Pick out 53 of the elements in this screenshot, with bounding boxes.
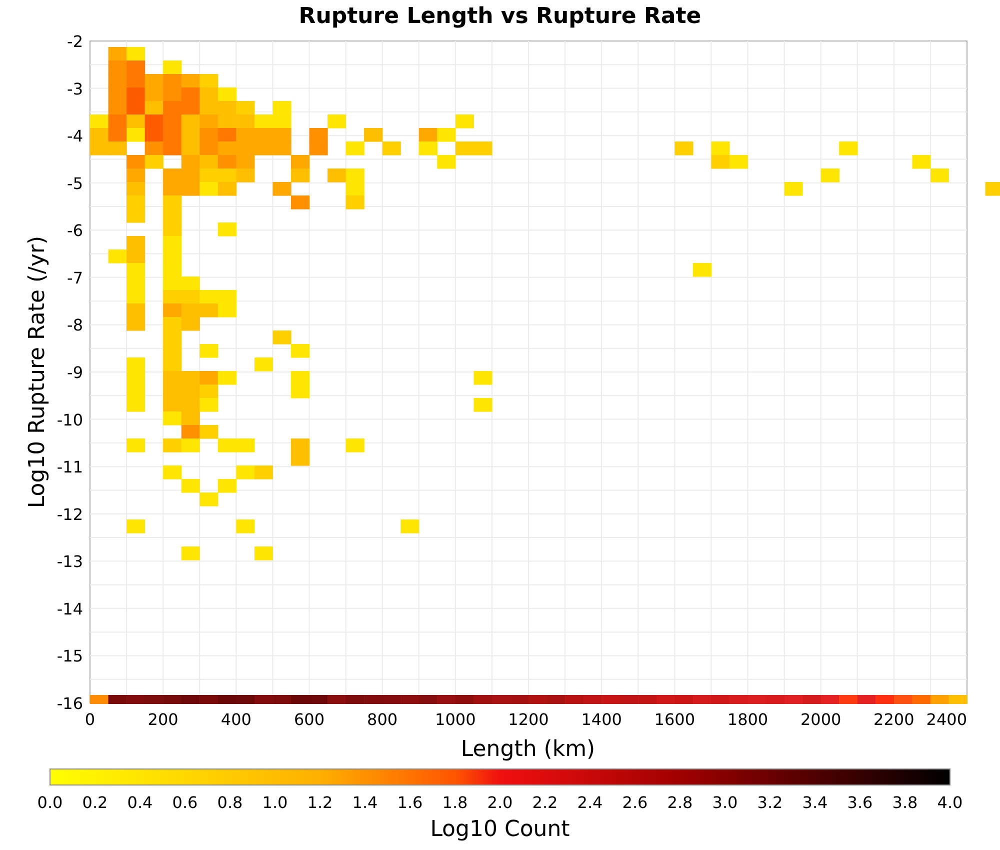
tick-label: 3.6 <box>847 793 873 812</box>
tick-label: -5 <box>67 174 83 193</box>
tick-label: 3.8 <box>892 793 918 812</box>
tick-label: 2.4 <box>577 793 603 812</box>
tick-label: -6 <box>67 221 83 240</box>
tick-label: -4 <box>67 126 83 146</box>
tick-label: 1.4 <box>352 793 378 812</box>
tick-label: 0.4 <box>127 793 153 812</box>
tick-label: 1000 <box>435 710 476 729</box>
tick-label: 2.0 <box>487 793 513 812</box>
tick-label: -14 <box>56 599 83 618</box>
tick-label: -8 <box>67 316 83 335</box>
tick-label: 3.4 <box>802 793 828 812</box>
tick-label: -2 <box>67 32 83 51</box>
axis-label: Length (km) <box>460 737 596 762</box>
tick-label: 1400 <box>581 710 622 729</box>
tick-label: 1.2 <box>307 793 333 812</box>
tick-label: 200 <box>148 710 178 729</box>
tick-label: -9 <box>67 363 83 382</box>
tick-label: 3.2 <box>757 793 783 812</box>
tick-label: -15 <box>56 646 83 666</box>
chart-title: Rupture Length vs Rupture Rate <box>298 4 702 29</box>
tick-label: -11 <box>56 458 83 477</box>
tick-label: 400 <box>220 710 252 729</box>
tick-label: 1.0 <box>262 793 288 812</box>
tick-label: 3.0 <box>712 793 738 812</box>
tick-label: -13 <box>56 552 83 572</box>
tick-label: 0.2 <box>82 793 108 812</box>
tick-label: 4.0 <box>937 793 963 812</box>
tick-label: 800 <box>367 710 398 729</box>
tick-label: 2.8 <box>667 793 693 812</box>
tick-label: -16 <box>56 694 83 713</box>
tick-label: -12 <box>56 504 83 524</box>
tick-label: 0.6 <box>172 793 198 812</box>
tick-label: 1600 <box>654 710 696 729</box>
tick-label: 600 <box>294 710 325 729</box>
tick-label: 2000 <box>800 710 842 729</box>
tick-label: 2200 <box>874 710 914 729</box>
tick-label: 1200 <box>508 710 549 729</box>
tick-label: -7 <box>67 268 83 288</box>
tick-label: 0.8 <box>217 793 243 812</box>
tick-label: 0.0 <box>37 793 63 812</box>
tick-label: 1.8 <box>442 793 468 812</box>
tick-label: 1800 <box>727 710 768 729</box>
tick-label: 2.6 <box>622 793 648 812</box>
colorbar-label: Log10 Count <box>430 817 570 842</box>
tick-label: 1.6 <box>397 793 423 812</box>
axis-label: Log10 Rupture Rate (/yr) <box>25 236 50 508</box>
tick-label: 2400 <box>926 710 967 729</box>
tick-label: -10 <box>56 410 83 430</box>
tick-label: 0 <box>84 710 96 729</box>
tick-label: 2.2 <box>532 793 558 812</box>
tick-label: -3 <box>67 79 83 98</box>
